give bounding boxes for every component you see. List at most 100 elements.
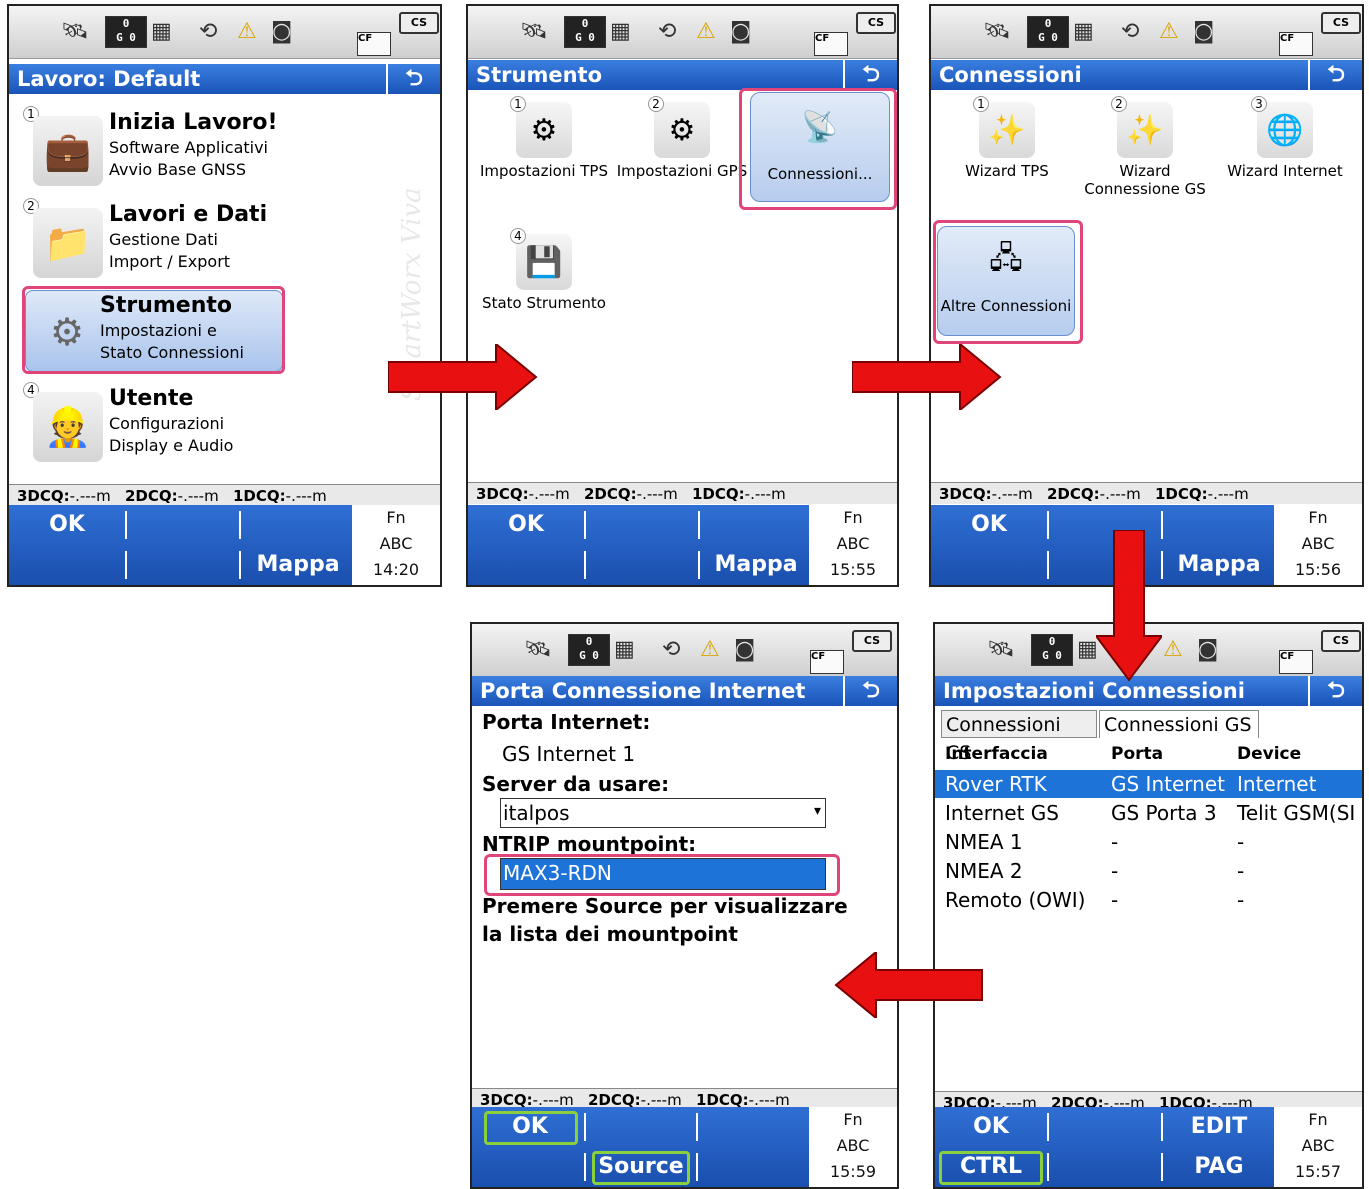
page-title: Porta Connessione Internet: [480, 679, 806, 703]
dropdown-icon[interactable]: ▾: [814, 803, 821, 819]
separator: [1047, 551, 1049, 579]
screen-main-menu: 🛰 0G 0 ▦ ⟲ ⚠ ◙ CS CF Lavoro: Default ⮌ 1…: [7, 4, 442, 587]
mappa-button[interactable]: Mappa: [1163, 545, 1275, 585]
abc-label: ABC: [836, 534, 870, 553]
hint-line1: Premere Source per visualizzare: [482, 894, 848, 918]
tab-connessioni-gs[interactable]: Connessioni GS: [1099, 710, 1259, 738]
edit-button[interactable]: EDIT: [1163, 1107, 1275, 1147]
back-icon[interactable]: ⮌: [1308, 676, 1362, 706]
menu-item-utente[interactable]: 4 👷 Utente Configurazioni Display e Audi…: [23, 382, 440, 470]
instrument-icon: ⟲: [658, 18, 677, 44]
controller-icon: ▦: [1073, 18, 1094, 44]
cf-card-icon: CF: [814, 32, 848, 56]
sat-count-box: 0G 0: [1031, 634, 1073, 666]
highlight-box: [739, 88, 897, 210]
battery-cs-icon: CS: [1321, 12, 1361, 34]
wizard-tps-icon: 1 ✨: [973, 96, 1035, 158]
back-icon[interactable]: ⮌: [386, 64, 440, 94]
status-bar: 🛰 0G 0 ▦ ⟲ ⚠ ◙ CS CF: [931, 6, 1362, 59]
ok-button[interactable]: OK: [468, 505, 584, 545]
abc-label: ABC: [1301, 1136, 1335, 1155]
item-line1: Configurazioni: [109, 414, 225, 433]
mappa-button[interactable]: Mappa: [700, 545, 812, 585]
back-icon[interactable]: ⮌: [1308, 60, 1362, 90]
ok-button[interactable]: OK: [9, 505, 125, 545]
dcq-bar: 3DCQ:-.---m 2DCQ:-.---m 1DCQ:-.---m: [9, 484, 440, 506]
porta-internet-label: Porta Internet:: [482, 710, 651, 734]
mappa-button[interactable]: Mappa: [241, 545, 355, 585]
table-cell[interactable]: Internet GS: [945, 801, 1059, 825]
screen-strumento: 🛰 0G 0 ▦ ⟲ ⚠ ◙ CS CF Strumento ⮌ 1 ⚙ Impo…: [466, 4, 899, 587]
ctrl-highlight: [939, 1151, 1043, 1185]
item-line1: Software Applicativi: [109, 138, 268, 157]
title-bar: Porta Connessione Internet ⮌: [472, 676, 897, 706]
tile-label: Wizard Connessione GS: [1084, 162, 1206, 198]
camera-icon: ◙: [271, 18, 293, 44]
cf-card-icon: CF: [357, 32, 391, 56]
pag-button[interactable]: PAG: [1163, 1147, 1275, 1187]
table-cell[interactable]: NMEA 1: [945, 830, 1023, 854]
clock: 15:55: [829, 560, 877, 579]
tab-connessioni-cs[interactable]: Connessioni CS: [941, 710, 1097, 764]
sd-card-icon: 4 💾: [510, 228, 572, 290]
separator: [696, 1113, 698, 1141]
warning-icon: ⚠: [700, 636, 720, 662]
server-value: italpos: [503, 801, 570, 825]
softkey-bar: OK Mappa Fn ABC 14:20: [9, 505, 440, 585]
clock: 15:56: [1294, 560, 1342, 579]
tile-impostazioni-tps[interactable]: 1 ⚙ Impostazioni TPS: [474, 96, 614, 206]
tile-wizard-internet[interactable]: 3 🌐 Wizard Internet: [1215, 96, 1355, 206]
highlight-box: [933, 220, 1083, 344]
table-cell: Telit GSM(SI: [1237, 801, 1356, 825]
menu-item-lavori-dati[interactable]: 2 📁 Lavori e Dati Gestione Dati Import /…: [23, 198, 440, 286]
screen-porta-internet: 🛰 0G 0 ▦ ⟲ ⚠ ◙ CS CF Porta Connessione I…: [470, 622, 899, 1189]
fn-label: Fn: [1308, 1110, 1328, 1129]
tile-label: Stato Strumento: [482, 294, 606, 312]
warning-icon: ⚠: [237, 18, 257, 44]
table-cell[interactable]: NMEA 2: [945, 859, 1023, 883]
ok-highlight: [484, 1111, 578, 1145]
instrument-icon: ⟲: [199, 18, 218, 44]
dcq-bar: 3DCQ:-.---m 2DCQ:-.---m 1DCQ:-.---m: [931, 482, 1362, 504]
clock: 15:57: [1294, 1162, 1342, 1181]
ok-button[interactable]: OK: [931, 505, 1047, 545]
satellite-icon: 🛰: [520, 18, 548, 44]
folder-icon: 📁: [33, 208, 103, 278]
tile-wizard-gs[interactable]: 2 ✨ Wizard Connessione GS: [1075, 96, 1215, 206]
warning-icon: ⚠: [1163, 636, 1183, 662]
table-cell: -: [1237, 830, 1245, 854]
sat-count-box: 0G 0: [568, 634, 610, 666]
fn-label: Fn: [843, 1110, 863, 1129]
info-panel: Fn ABC 15:55: [809, 505, 897, 585]
table: Interfaccia Porta Device Rover RTK GS In…: [935, 740, 1362, 940]
highlight-box: [22, 286, 285, 374]
tile-label: Wizard Internet: [1227, 162, 1343, 180]
item-title: Utente: [109, 386, 194, 411]
table-cell[interactable]: Remoto (OWI): [945, 888, 1085, 912]
server-select[interactable]: italpos ▾: [500, 798, 826, 828]
sat-count-box: 0G 0: [105, 16, 147, 48]
tile-stato-strumento[interactable]: 4 💾 Stato Strumento: [474, 228, 614, 338]
softkey-bar: OK Mappa Fn ABC 15:55: [468, 505, 897, 585]
col-header-porta: Porta: [1111, 744, 1164, 764]
table-cell: GS Internet: [1111, 772, 1225, 796]
tile-impostazioni-gps[interactable]: 2 ⚙ Impostazioni GPS: [612, 96, 752, 206]
menu-item-inizia-lavoro[interactable]: 1 💼 Inizia Lavoro! Software Applicativi …: [23, 106, 440, 194]
separator: [584, 551, 586, 579]
instrument-icon: ⟲: [662, 636, 681, 662]
battery-cs-icon: CS: [852, 630, 892, 652]
back-icon[interactable]: ⮌: [843, 60, 897, 90]
page-title: Strumento: [476, 63, 603, 87]
tab-strip: Connessioni CS Connessioni GS: [939, 706, 1362, 764]
separator: [696, 1153, 698, 1181]
back-icon[interactable]: ⮌: [843, 676, 897, 706]
ok-button[interactable]: OK: [935, 1107, 1047, 1147]
arrow-right-2: [852, 344, 1002, 410]
tps-settings-icon: 1 ⚙: [510, 96, 572, 158]
tile-wizard-tps[interactable]: 1 ✨ Wizard TPS: [937, 96, 1077, 206]
camera-icon: ◙: [734, 636, 756, 662]
globe-icon: 3 🌐: [1251, 96, 1313, 158]
info-panel: Fn ABC 15:57: [1274, 1107, 1362, 1187]
item-line2: Avvio Base GNSS: [109, 160, 246, 179]
status-bar: 🛰 0G 0 ▦ ⟲ ⚠ ◙ CS CF: [468, 6, 897, 59]
